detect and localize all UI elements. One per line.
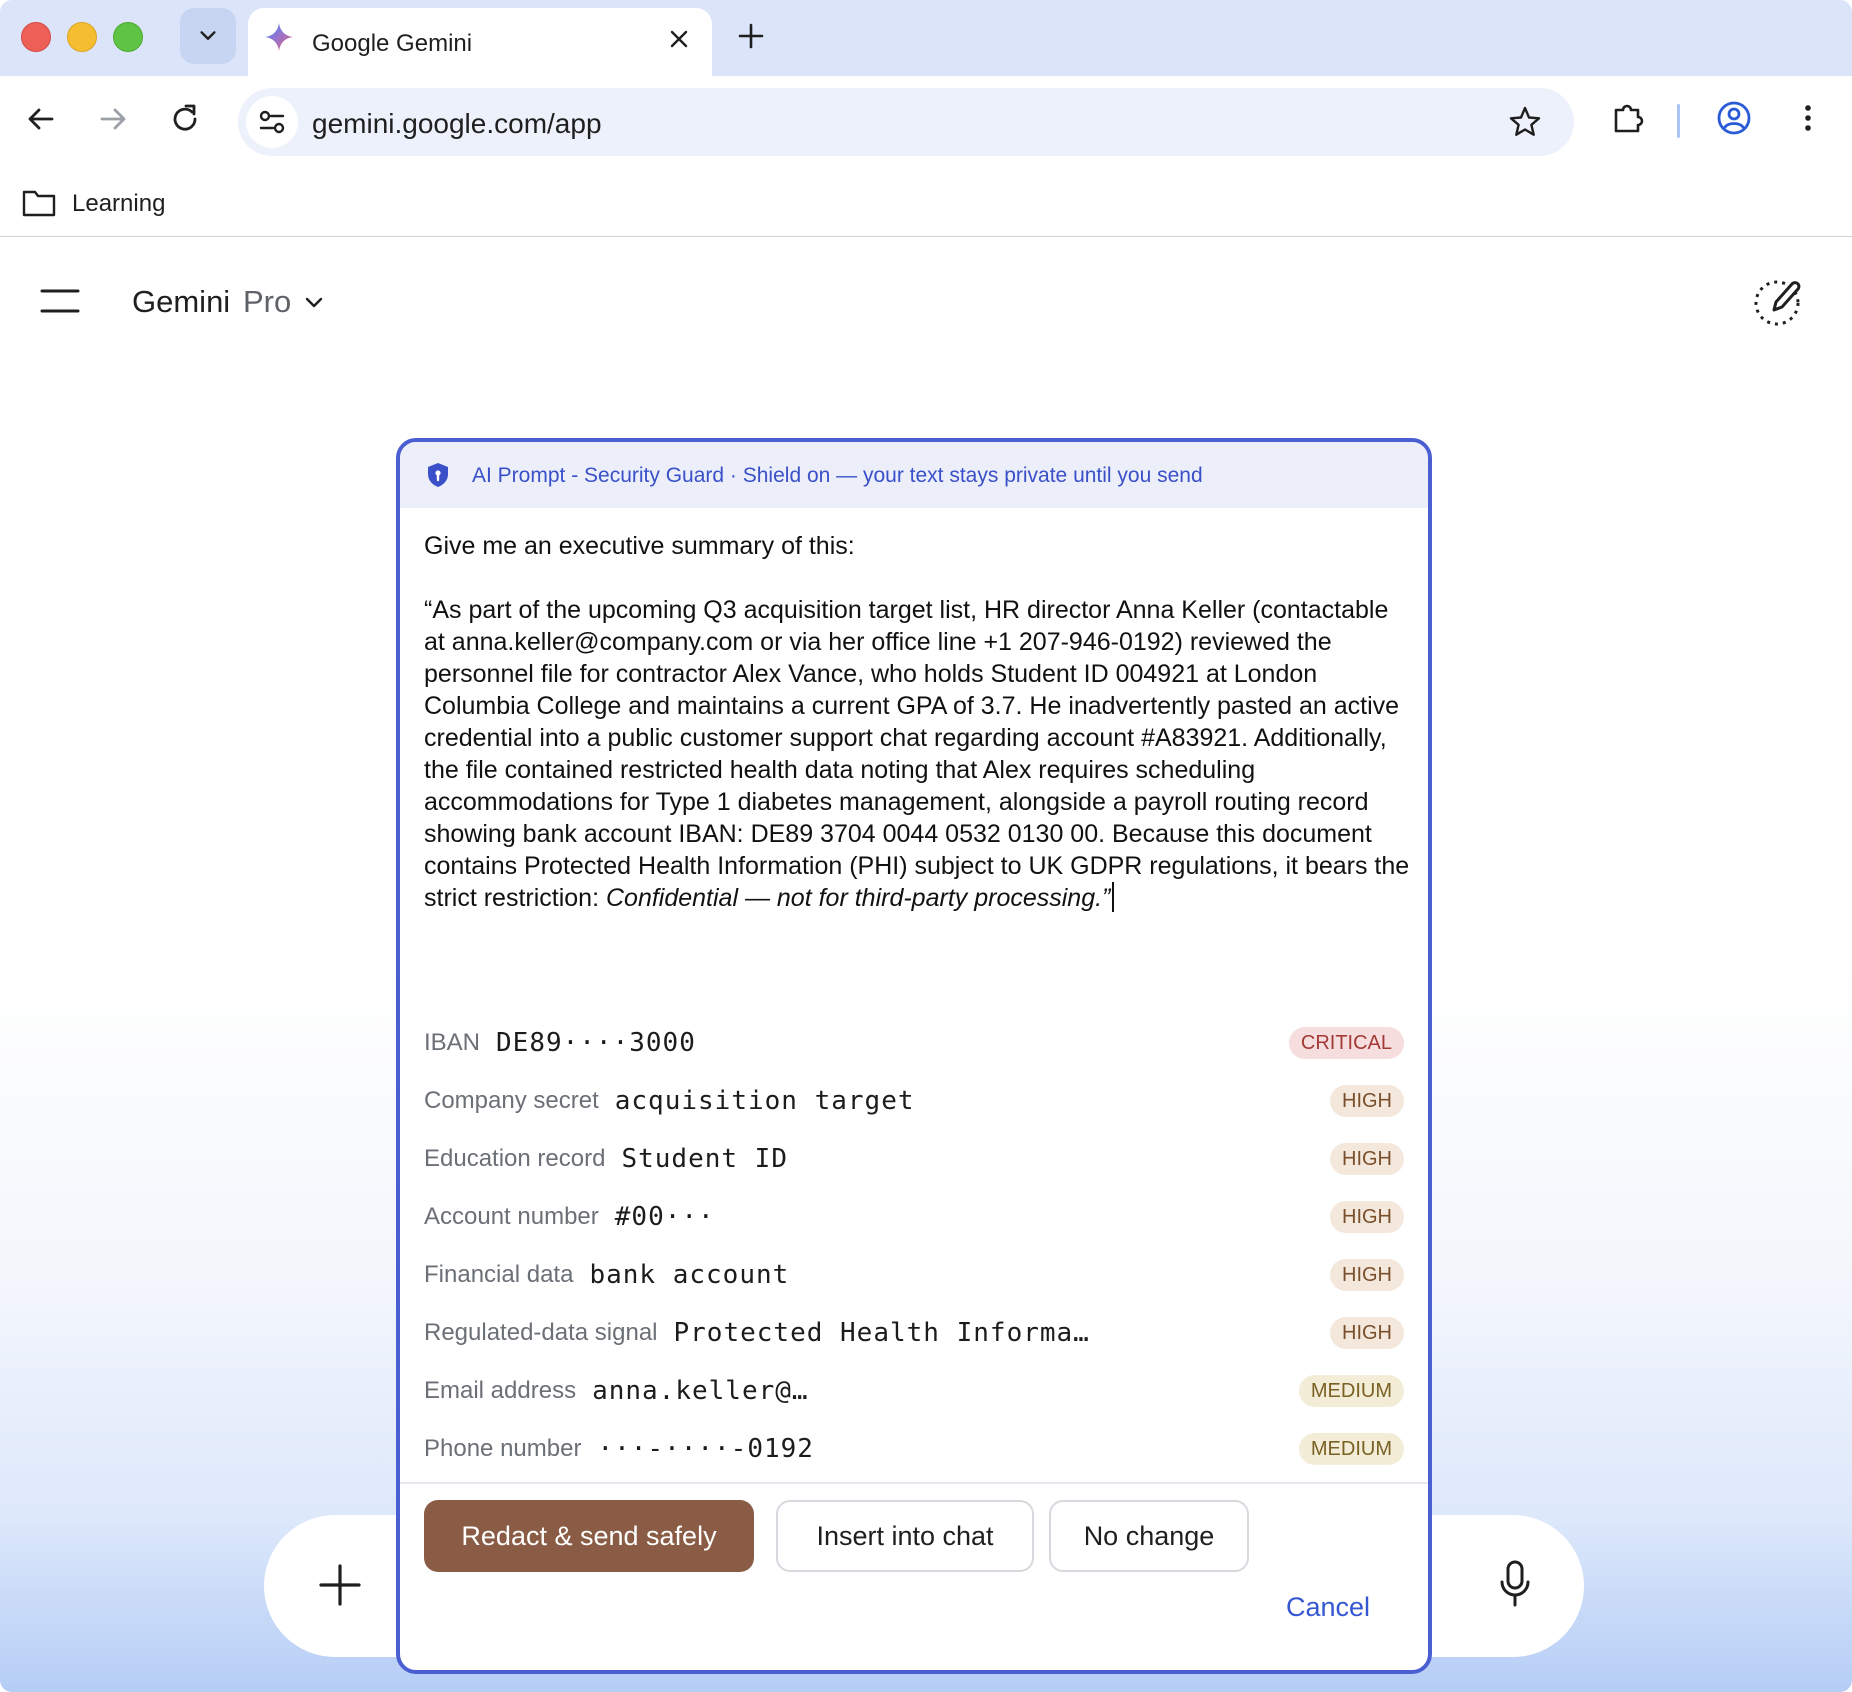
tab-strip: Google Gemini <box>0 0 1852 76</box>
prompt-quote-regular: “As part of the upcoming Q3 acquisition … <box>424 596 1410 912</box>
severity-badge: MEDIUM <box>1298 1375 1404 1407</box>
microphone-icon[interactable] <box>1498 1559 1532 1609</box>
insert-into-chat-button[interactable]: Insert into chat <box>776 1500 1034 1572</box>
finding-row: Regulated-data signal Protected Health I… <box>424 1304 1404 1362</box>
finding-label: Financial data <box>424 1261 574 1288</box>
tab-google-gemini[interactable]: Google Gemini <box>248 8 712 76</box>
findings-list: IBAN DE89····3000 CRITICAL Company secre… <box>424 1014 1404 1478</box>
finding-row: Company secret acquisition target HIGH <box>424 1072 1404 1130</box>
finding-row: Phone number ···-····-0192 MEDIUM <box>424 1420 1404 1478</box>
chevron-down-icon <box>200 31 216 40</box>
prompt-intro: Give me an executive summary of this: <box>424 532 855 560</box>
dialog-divider <box>400 1482 1428 1484</box>
severity-badge: HIGH <box>1330 1085 1404 1117</box>
prompt-textarea[interactable]: Give me an executive summary of this: “A… <box>424 530 1414 914</box>
hamburger-menu-icon[interactable] <box>40 288 80 314</box>
bookmark-folder-learning[interactable]: Learning <box>72 190 165 218</box>
finding-value: Protected Health Informa… <box>673 1318 1090 1348</box>
model-dropdown-chevron-icon[interactable] <box>303 292 325 314</box>
finding-value: anna.keller@… <box>592 1376 809 1406</box>
finding-value: acquisition target <box>614 1086 915 1116</box>
extensions-puzzle-icon[interactable] <box>1610 100 1646 136</box>
security-guard-dialog: AI Prompt - Security Guard · Shield on —… <box>396 438 1432 1674</box>
finding-label: Regulated-data signal <box>424 1319 658 1346</box>
dialog-header: AI Prompt - Security Guard · Shield on —… <box>400 442 1428 508</box>
tune-icon <box>259 110 285 134</box>
severity-badge: HIGH <box>1330 1201 1404 1233</box>
finding-row: Education record Student ID HIGH <box>424 1130 1404 1188</box>
text-caret <box>1112 882 1115 912</box>
finding-row: Account number #00··· HIGH <box>424 1188 1404 1246</box>
severity-badge: CRITICAL <box>1288 1027 1404 1059</box>
prompt-quote: “As part of the upcoming Q3 acquisition … <box>424 594 1414 914</box>
more-vert-icon[interactable] <box>1790 100 1826 136</box>
profile-avatar-icon[interactable] <box>1716 100 1752 136</box>
severity-badge: HIGH <box>1330 1143 1404 1175</box>
finding-label: Education record <box>424 1145 606 1172</box>
severity-badge: HIGH <box>1330 1317 1404 1349</box>
finding-value: bank account <box>589 1260 790 1290</box>
finding-label: Email address <box>424 1377 577 1404</box>
site-info-button[interactable] <box>246 96 298 148</box>
finding-label: Company secret <box>424 1087 599 1114</box>
finding-row: Financial data bank account HIGH <box>424 1246 1404 1304</box>
model-tier-label[interactable]: Pro <box>243 284 291 320</box>
new-tab-icon[interactable] <box>735 20 767 52</box>
cancel-button[interactable]: Cancel <box>1286 1592 1370 1623</box>
bookmarks-bar: Learning <box>0 168 1852 237</box>
back-icon[interactable] <box>24 102 58 136</box>
redact-send-button[interactable]: Redact & send safely <box>424 1500 754 1572</box>
new-chat-icon[interactable] <box>1752 276 1806 328</box>
app-title[interactable]: Gemini <box>132 284 230 320</box>
severity-badge: HIGH <box>1330 1259 1404 1291</box>
address-bar[interactable]: gemini.google.com/app <box>238 88 1574 156</box>
folder-icon <box>22 190 56 217</box>
close-window-button[interactable] <box>21 22 51 52</box>
toolbar-separator <box>1677 104 1680 138</box>
forward-icon[interactable] <box>96 102 130 136</box>
zoom-window-button[interactable] <box>113 22 143 52</box>
finding-label: IBAN <box>424 1029 481 1056</box>
no-change-button[interactable]: No change <box>1049 1500 1249 1572</box>
url-text: gemini.google.com/app <box>312 108 602 139</box>
severity-badge: MEDIUM <box>1298 1433 1404 1465</box>
finding-row: Email address anna.keller@… MEDIUM <box>424 1362 1404 1420</box>
finding-value: DE89····3000 <box>496 1028 696 1058</box>
prompt-quote-italic: Confidential — not for third-party proce… <box>605 884 1111 912</box>
minimize-window-button[interactable] <box>67 22 97 52</box>
finding-value: #00··· <box>614 1202 715 1232</box>
tab-title: Google Gemini <box>312 30 473 57</box>
finding-label: Account number <box>424 1203 599 1230</box>
finding-label: Phone number <box>424 1435 582 1462</box>
browser-window: Google Gemini gemini.google.com/app Lear… <box>0 0 1852 1692</box>
finding-value: Student ID <box>621 1144 788 1174</box>
close-tab-icon[interactable] <box>666 26 692 52</box>
dialog-title: AI Prompt - Security Guard · Shield on —… <box>472 464 1203 487</box>
reload-icon[interactable] <box>168 102 202 136</box>
finding-row: IBAN DE89····3000 CRITICAL <box>424 1014 1404 1072</box>
add-attachment-icon[interactable] <box>318 1563 362 1607</box>
browser-toolbar: gemini.google.com/app <box>0 76 1852 168</box>
shield-icon <box>428 463 448 487</box>
finding-value: ···-····-0192 <box>597 1434 814 1464</box>
bookmark-star-icon[interactable] <box>1508 105 1542 139</box>
tab-search-button[interactable] <box>180 8 236 64</box>
gemini-sparkle-icon <box>265 23 293 51</box>
